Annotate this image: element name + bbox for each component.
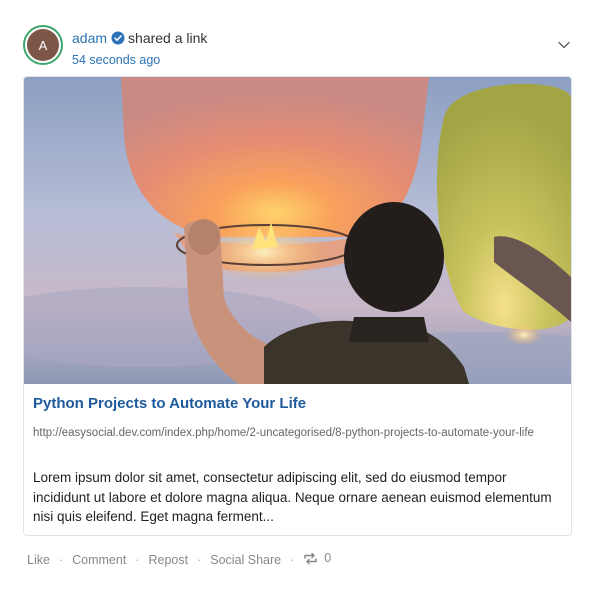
repost-icon <box>303 552 318 568</box>
link-url[interactable]: http://easysocial.dev.com/index.php/home… <box>33 424 558 442</box>
link-description: Lorem ipsum dolor sit amet, consectetur … <box>33 470 552 524</box>
avatar-initial: A <box>27 29 59 61</box>
post-timestamp[interactable]: 54 seconds ago <box>72 52 207 68</box>
separator: · <box>135 552 140 567</box>
repost-count: 0 <box>324 551 332 565</box>
social-share-button[interactable]: Social Share <box>210 553 281 567</box>
chevron-down-icon[interactable] <box>556 37 572 53</box>
post-meta: adam shared a link 54 seconds ago <box>72 29 207 68</box>
post-actor-line: adam shared a link <box>72 29 207 49</box>
separator: · <box>290 552 295 567</box>
link-preview-card[interactable]: Python Projects to Automate Your Life ht… <box>23 76 572 536</box>
like-button[interactable]: Like <box>27 553 50 567</box>
separator: · <box>197 552 202 567</box>
separator: · <box>58 552 64 567</box>
author-link[interactable]: adam <box>72 30 107 46</box>
comment-button[interactable]: Comment <box>72 553 126 567</box>
post-header: A adam shared a link 54 seconds ago <box>23 25 572 69</box>
verified-badge-icon <box>111 31 125 49</box>
link-title[interactable]: Python Projects to Automate Your Life <box>33 395 306 412</box>
repost-counter[interactable]: 0 <box>303 551 331 568</box>
post-action-text: shared a link <box>128 30 208 46</box>
avatar[interactable]: A <box>23 25 63 65</box>
feed-post: A adam shared a link 54 seconds ago Pyth… <box>0 0 600 603</box>
post-actions: Like · Comment · Repost · Social Share ·… <box>27 551 331 568</box>
link-preview-image[interactable] <box>24 77 571 384</box>
repost-button[interactable]: Repost <box>148 553 188 567</box>
